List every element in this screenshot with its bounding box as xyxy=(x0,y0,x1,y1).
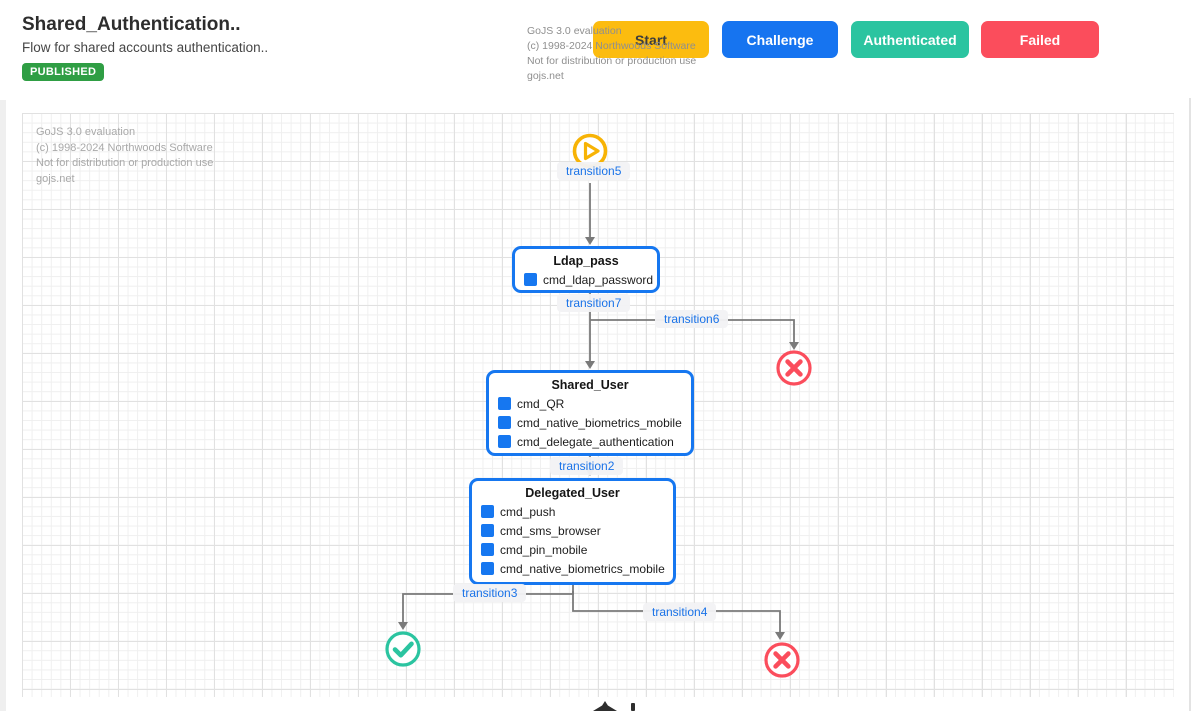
failed-end-node-top[interactable] xyxy=(774,348,814,393)
watermark-line: gojs.net xyxy=(527,69,727,84)
command-label: cmd_ldap_password xyxy=(543,273,653,287)
state-node-ldap-pass[interactable]: Ldap_pass cmd_ldap_password xyxy=(512,246,660,293)
arrowhead-icon xyxy=(585,361,595,369)
watermark-line: (c) 1998-2024 Northwoods Software xyxy=(527,39,727,54)
arrowhead-icon xyxy=(585,237,595,245)
command-item: cmd_pin_mobile xyxy=(472,540,673,559)
command-label: cmd_native_biometrics_mobile xyxy=(517,416,682,430)
scrollbar-track[interactable] xyxy=(1189,98,1191,711)
node-title: Ldap_pass xyxy=(515,254,657,268)
state-node-shared-user[interactable]: Shared_User cmd_QR cmd_native_biometrics… xyxy=(486,370,694,456)
arrowhead-icon xyxy=(775,632,785,640)
status-badge: PUBLISHED xyxy=(22,63,104,81)
transition-label-transition7[interactable]: transition7 xyxy=(557,294,630,312)
transition-label-transition6[interactable]: transition6 xyxy=(655,310,728,328)
command-item: cmd_sms_browser xyxy=(472,521,673,540)
authenticated-end-node[interactable] xyxy=(383,629,423,674)
transition-label-transition4[interactable]: transition4 xyxy=(643,603,716,621)
bottom-toolbar-icon[interactable] xyxy=(631,703,635,711)
page-subtitle: Flow for shared accounts authentication.… xyxy=(22,40,268,55)
transition-label-transition3[interactable]: transition3 xyxy=(453,584,526,602)
app-page: Shared_Authentication.. Flow for shared … xyxy=(0,0,1194,711)
command-item: cmd_native_biometrics_mobile xyxy=(472,559,673,578)
command-label: cmd_sms_browser xyxy=(500,524,601,538)
failed-end-node-bottom[interactable] xyxy=(762,640,802,685)
command-item: cmd_native_biometrics_mobile xyxy=(489,413,691,432)
legend-button-authenticated[interactable]: Authenticated xyxy=(851,21,969,58)
command-square-icon xyxy=(498,416,511,429)
x-icon xyxy=(774,348,814,388)
command-square-icon xyxy=(498,435,511,448)
command-label: cmd_native_biometrics_mobile xyxy=(500,562,665,576)
command-square-icon xyxy=(481,543,494,556)
bottom-toolbar-icon[interactable] xyxy=(593,701,617,711)
command-square-icon xyxy=(481,562,494,575)
command-item: cmd_ldap_password xyxy=(515,270,657,289)
transition-label-transition2[interactable]: transition2 xyxy=(550,457,623,475)
command-item: cmd_push xyxy=(472,502,673,521)
command-label: cmd_pin_mobile xyxy=(500,543,587,557)
transition-label-transition5[interactable]: transition5 xyxy=(557,162,630,180)
left-edge-strip xyxy=(0,0,6,711)
node-title: Shared_User xyxy=(489,378,691,392)
command-square-icon xyxy=(481,524,494,537)
watermark-line: Not for distribution or production use xyxy=(527,54,727,69)
gojs-watermark-header: GoJS 3.0 evaluation (c) 1998-2024 Northw… xyxy=(527,24,727,84)
state-node-delegated-user[interactable]: Delegated_User cmd_push cmd_sms_browser … xyxy=(469,478,676,585)
x-icon xyxy=(762,640,802,680)
command-square-icon xyxy=(481,505,494,518)
legend-button-challenge[interactable]: Challenge xyxy=(722,21,838,58)
command-label: cmd_delegate_authentication xyxy=(517,435,674,449)
legend-button-failed[interactable]: Failed xyxy=(981,21,1099,58)
page-title: Shared_Authentication.. xyxy=(22,14,241,36)
header: Shared_Authentication.. Flow for shared … xyxy=(0,0,1194,100)
command-label: cmd_QR xyxy=(517,397,564,411)
watermark-line: GoJS 3.0 evaluation xyxy=(527,24,727,39)
command-item: cmd_QR xyxy=(489,394,691,413)
command-square-icon xyxy=(524,273,537,286)
command-square-icon xyxy=(498,397,511,410)
check-icon xyxy=(383,629,423,669)
command-label: cmd_push xyxy=(500,505,555,519)
node-title: Delegated_User xyxy=(472,486,673,500)
diagram-canvas[interactable]: GoJS 3.0 evaluation (c) 1998-2024 Northw… xyxy=(22,113,1174,697)
command-item: cmd_delegate_authentication xyxy=(489,432,691,451)
